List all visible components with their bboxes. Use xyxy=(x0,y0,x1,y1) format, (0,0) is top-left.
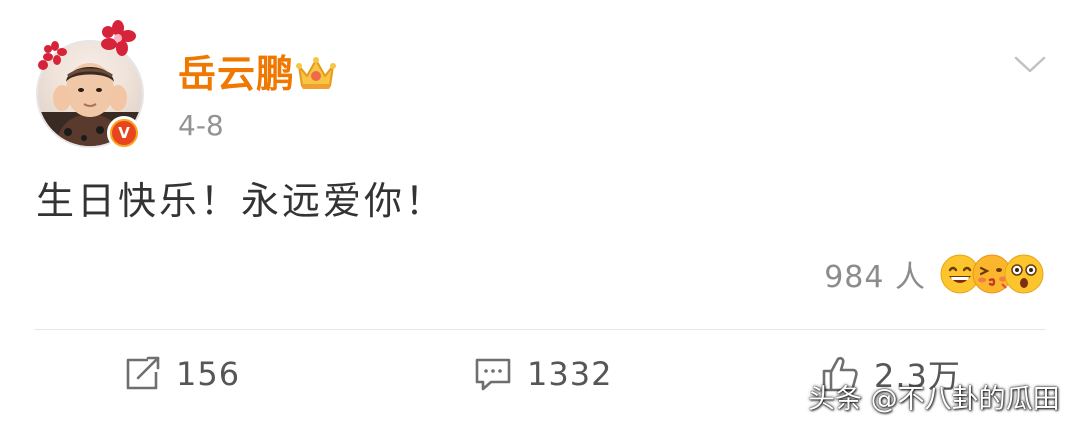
verified-badge-label: V xyxy=(112,121,136,145)
divider xyxy=(34,329,1046,330)
post-date: 4-8 xyxy=(178,109,224,142)
repost-count: 156 xyxy=(176,355,241,393)
repost-icon xyxy=(126,356,160,390)
repost-button[interactable]: 156 xyxy=(124,352,240,396)
flower-decoration-icon xyxy=(38,60,48,70)
reactions-summary[interactable]: 984 人 xyxy=(824,252,1046,296)
reaction-emojis xyxy=(940,252,1046,296)
crown-icon xyxy=(296,57,336,89)
author-name[interactable]: 岳云鹏 xyxy=(178,50,295,98)
comment-icon xyxy=(475,358,511,391)
comment-count: 1332 xyxy=(527,355,613,393)
avatar-container[interactable]: V xyxy=(34,20,152,150)
watermark: 头条 @不八卦的瓜田 xyxy=(808,384,1060,415)
flower-decoration-icon xyxy=(101,20,136,56)
weibo-post: V 岳云鹏 4-8 生日快乐！永远爱你！ 984 人 156 1332 2.3万… xyxy=(0,0,1080,423)
comment-button[interactable]: 1332 xyxy=(473,352,612,396)
verified-badge-icon: V xyxy=(107,116,141,150)
chevron-down-icon[interactable] xyxy=(1012,50,1048,78)
reaction-count: 984 人 xyxy=(824,260,926,295)
shocked-face-icon xyxy=(1004,254,1044,294)
post-text: 生日快乐！永远爱你！ xyxy=(36,179,447,223)
